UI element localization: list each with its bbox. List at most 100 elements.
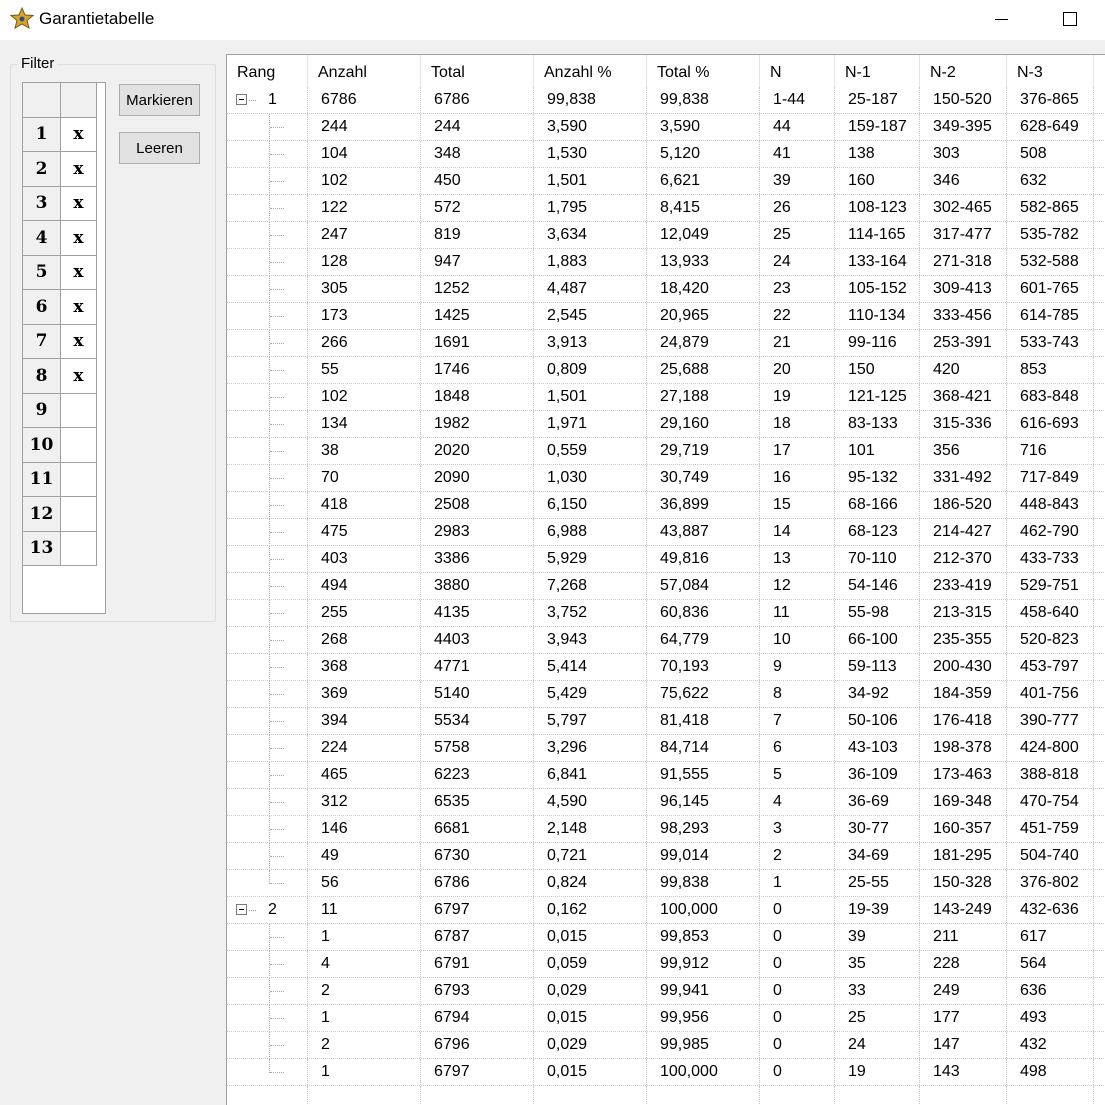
filter-row[interactable]: 13: [23, 531, 105, 566]
column-header-n-4[interactable]: N: [1094, 55, 1105, 87]
filter-row-mark[interactable]: x: [61, 221, 97, 256]
filter-row[interactable]: 1x: [23, 117, 105, 152]
column-header-rang[interactable]: Rang: [227, 55, 308, 87]
filter-row-number[interactable]: 6: [23, 290, 61, 325]
filter-row-number[interactable]: 13: [23, 531, 61, 566]
mark-button[interactable]: Markieren: [119, 84, 200, 116]
filter-row-number[interactable]: 2: [23, 152, 61, 187]
table-row[interactable]: 267960,02999,9850241474328: [227, 1032, 1105, 1059]
filter-row[interactable]: 8x: [23, 359, 105, 394]
table-row[interactable]: 305 1252 4,487 18,420 23 105-152 309-413 601-76…: [227, 276, 1105, 303]
clear-button[interactable]: Leeren: [119, 132, 200, 164]
table-row[interactable]: 268 4403 3,943 64,779 10 66-100 235-355 520-823…: [227, 627, 1105, 654]
cell-total: 450: [421, 168, 534, 194]
table-row[interactable]: 2442443,5903,59044159-187349-395628-6497: [227, 114, 1105, 141]
cell-n-4: 7: [1094, 222, 1105, 248]
filter-row-number[interactable]: 1: [23, 117, 61, 152]
table-row[interactable]: 494 3880 7,268 57,084 12 54-146 233-419 529-751…: [227, 573, 1105, 600]
group-row[interactable]: 1 6786 6786 99,838 99,838 1-44 25-187 150-520 37…: [227, 87, 1105, 114]
collapse-icon[interactable]: [236, 904, 256, 915]
cell-total: 4403: [421, 627, 534, 653]
filter-row-mark[interactable]: [61, 393, 97, 428]
table-row[interactable]: 102 1848 1,501 27,188 19 121-125 368-421 683-84…: [227, 384, 1105, 411]
column-header-n[interactable]: N: [760, 55, 835, 87]
table-row[interactable]: 22457583,29684,714643-103198-378424-8007: [227, 735, 1105, 762]
table-row[interactable]: 1225721,7958,41526108-123302-465582-8657: [227, 195, 1105, 222]
filter-row-mark[interactable]: x: [61, 117, 97, 152]
filter-row-mark[interactable]: x: [61, 359, 97, 394]
filter-row[interactable]: 2x: [23, 152, 105, 187]
column-header-n-3[interactable]: N-3: [1007, 55, 1094, 87]
filter-row-number[interactable]: 12: [23, 497, 61, 532]
filter-row-number[interactable]: 5: [23, 255, 61, 290]
table-row[interactable]: 266 1691 3,913 24,879 21 99-116 253-391 533-743…: [227, 330, 1105, 357]
filter-row-mark[interactable]: [61, 428, 97, 463]
table-row[interactable]: 1024501,5016,621391603466327: [227, 168, 1105, 195]
filter-row[interactable]: 12: [23, 497, 105, 532]
collapse-icon[interactable]: [236, 94, 256, 105]
table-row[interactable]: 7020901,03030,7491695-132331-492717-8497: [227, 465, 1105, 492]
group-row[interactable]: 2 1167970,162100,000019-39143-249432-6368: [227, 897, 1105, 924]
guarantee-tree-table[interactable]: Rang Anzahl Total Anzahl % Total % N N-1 N-2 N-3…: [226, 54, 1105, 1105]
filter-row[interactable]: 11: [23, 462, 105, 497]
filter-row-number[interactable]: 4: [23, 221, 61, 256]
table-row[interactable]: 3820200,55929,719171013567168: [227, 438, 1105, 465]
filter-row[interactable]: 4x: [23, 221, 105, 256]
filter-row-mark[interactable]: [61, 462, 97, 497]
table-row[interactable]: 167940,01599,9560251774938: [227, 1005, 1105, 1032]
table-row[interactable]: 134 1982 1,971 29,160 18 83-133 315-336 616-693…: [227, 411, 1105, 438]
table-row[interactable]: 1 6787 0,015 99,853 0 39 211 617: [227, 924, 1105, 951]
filter-row[interactable]: 7x: [23, 324, 105, 359]
filter-row-mark[interactable]: x: [61, 290, 97, 325]
filter-row-mark[interactable]: x: [61, 324, 97, 359]
filter-row[interactable]: 9: [23, 393, 105, 428]
table-row[interactable]: 418 2508 6,150 36,899 15 68-166 186-520 448-843…: [227, 492, 1105, 519]
table-row[interactable]: 475 2983 6,988 43,887 14 68-123 214-427 462-790…: [227, 519, 1105, 546]
table-row[interactable]: 167970,015100,0000191434988: [227, 1059, 1105, 1086]
filter-row[interactable]: 3x: [23, 186, 105, 221]
table-row[interactable]: 128 947 1,883 13,933 24 133-164 271-318 532-588…: [227, 249, 1105, 276]
table-row[interactable]: 467910,05999,9120352285648: [227, 951, 1105, 978]
table-row[interactable]: 46562236,84191,555536-109173-463388-8187: [227, 762, 1105, 789]
filter-row-number[interactable]: 10: [23, 428, 61, 463]
table-row[interactable]: 4967300,72199,014234-69181-295504-7407: [227, 843, 1105, 870]
table-row[interactable]: 5667860,82499,838125-55150-328376-8027: [227, 870, 1105, 897]
column-header-anzahl-pct[interactable]: Anzahl %: [534, 55, 647, 87]
column-header-n-1[interactable]: N-1: [835, 55, 920, 87]
filter-row[interactable]: 5x: [23, 255, 105, 290]
column-header-total[interactable]: Total: [421, 55, 534, 87]
filter-row-mark[interactable]: [61, 497, 97, 532]
filter-row-number[interactable]: 9: [23, 393, 61, 428]
table-row[interactable]: 39455345,79781,418750-106176-418390-7776: [227, 708, 1105, 735]
table-row[interactable]: 1043481,5305,120411383035087: [227, 141, 1105, 168]
table-row[interactable]: 403 3386 5,929 49,816 13 70-110 212-370 433-733…: [227, 546, 1105, 573]
table-row[interactable]: 36847715,41470,193959-113200-430453-7977: [227, 654, 1105, 681]
filter-row-mark[interactable]: x: [61, 186, 97, 221]
filter-row[interactable]: 10: [23, 428, 105, 463]
table-row[interactable]: 36951405,42975,622834-92184-359401-7567: [227, 681, 1105, 708]
table-row[interactable]: 173 1425 2,545 20,965 22 110-134 333-456 614-78…: [227, 303, 1105, 330]
filter-row-mark[interactable]: [61, 531, 97, 566]
table-row[interactable]: 5517460,80925,688201504208538: [227, 357, 1105, 384]
minimize-button[interactable]: [978, 0, 1024, 40]
column-header-n-2[interactable]: N-2: [920, 55, 1007, 87]
table-row[interactable]: 25541353,75260,8361155-98213-315458-6407: [227, 600, 1105, 627]
empty-cell: [1094, 1086, 1105, 1105]
filter-row-number[interactable]: 7: [23, 324, 61, 359]
cell-anzahl: 56: [308, 870, 421, 896]
filter-row-mark[interactable]: x: [61, 152, 97, 187]
filter-row-number[interactable]: 3: [23, 186, 61, 221]
tree-line: [270, 640, 284, 641]
filter-row[interactable]: 6x: [23, 290, 105, 325]
filter-row-number[interactable]: 11: [23, 462, 61, 497]
maximize-button[interactable]: [1048, 0, 1094, 40]
column-header-total-pct[interactable]: Total %: [647, 55, 760, 87]
filter-row-number[interactable]: 8: [23, 359, 61, 394]
filter-grid[interactable]: 1 x 2 x 3 x 4 x 5 x 6 x 7 x 8 x 9 10 11 12 13: [22, 82, 106, 614]
table-row[interactable]: 267930,02999,9410332496368: [227, 978, 1105, 1005]
table-row[interactable]: 31265354,59096,145436-69169-348470-7547: [227, 789, 1105, 816]
table-row[interactable]: 247 819 3,634 12,049 25 114-165 317-477 535-782…: [227, 222, 1105, 249]
table-row[interactable]: 14666812,14898,293330-77160-357451-7597: [227, 816, 1105, 843]
column-header-anzahl[interactable]: Anzahl: [308, 55, 421, 87]
filter-row-mark[interactable]: x: [61, 255, 97, 290]
